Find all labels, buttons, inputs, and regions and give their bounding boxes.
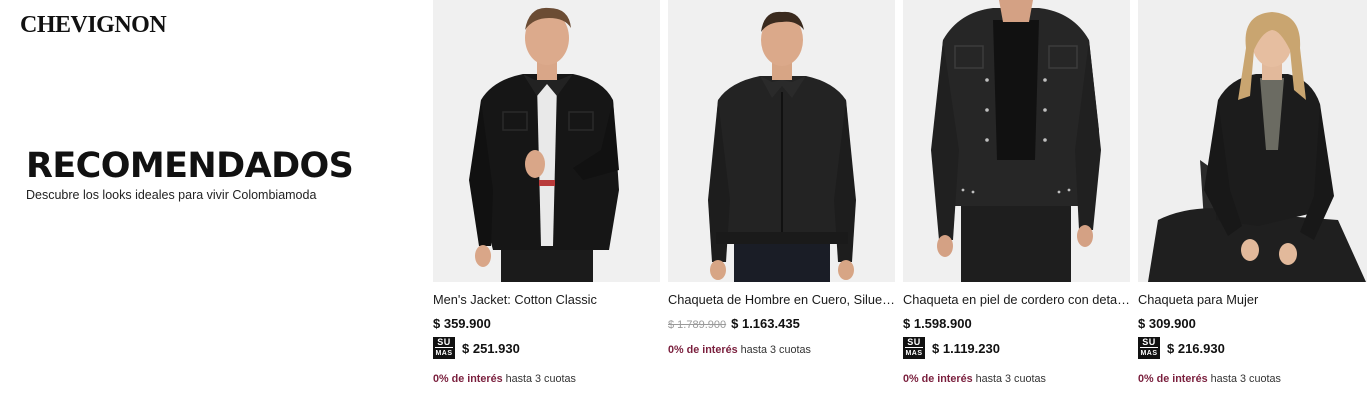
product-image[interactable]	[668, 0, 895, 282]
interest-rate: 0% de interés	[903, 373, 973, 385]
brand-logo[interactable]: CHEVIGNON	[20, 12, 167, 39]
product-price: $ 309.900	[1138, 316, 1196, 331]
product-price: $ 359.900	[433, 316, 491, 331]
sumas-icon-bottom: MAS	[435, 347, 453, 359]
suma-price: $ 216.930	[1167, 340, 1225, 356]
suma-price: $ 1.119.230	[932, 340, 1000, 356]
suma-price-row: SU MAS $ 216.930	[1138, 337, 1225, 359]
product-card[interactable]: Chaqueta en piel de cordero con detalles…	[903, 0, 1130, 400]
product-name[interactable]: Chaqueta en piel de cordero con detalles	[903, 292, 1130, 307]
interest-rate: 0% de interés	[1138, 373, 1208, 385]
sumas-icon-top: SU	[437, 337, 451, 347]
product-price: $ 1.598.900	[903, 316, 972, 331]
product-image[interactable]	[1138, 0, 1367, 282]
product-name[interactable]: Chaqueta de Hombre en Cuero, Silueta Reg…	[668, 292, 895, 307]
sumas-icon-top: SU	[907, 337, 921, 347]
installments-info: 0% de interés hasta 3 cuotas	[1138, 373, 1281, 385]
installments-info: 0% de interés hasta 3 cuotas	[903, 373, 1046, 385]
installments-text: hasta 3 cuotas	[1207, 373, 1281, 385]
interest-rate: 0% de interés	[433, 373, 503, 385]
product-price-row: $ 1.789.900 $ 1.163.435	[668, 316, 800, 331]
sumas-icon: SU MAS	[433, 337, 455, 359]
installments-info: 0% de interés hasta 3 cuotas	[668, 344, 811, 356]
sumas-icon-bottom: MAS	[1140, 347, 1158, 359]
product-name[interactable]: Chaqueta para Mujer	[1138, 292, 1365, 307]
suma-price-row: SU MAS $ 1.119.230	[903, 337, 1000, 359]
interest-rate: 0% de interés	[668, 344, 738, 356]
woman-black-jacket-photo	[1138, 0, 1367, 282]
installments-info: 0% de interés hasta 3 cuotas	[433, 373, 576, 385]
suma-price-row: SU MAS $ 251.930	[433, 337, 520, 359]
product-image[interactable]	[433, 0, 660, 282]
product-price: $ 1.163.435	[731, 316, 800, 331]
man-denim-jacket-photo	[433, 0, 660, 282]
product-image[interactable]	[903, 0, 1130, 282]
man-leather-jacket-photo	[668, 0, 895, 282]
installments-text: hasta 3 cuotas	[972, 373, 1046, 385]
product-name[interactable]: Men's Jacket: Cotton Classic	[433, 292, 660, 307]
section-title: RECOMENDADOS	[26, 146, 354, 186]
product-card[interactable]: Chaqueta de Hombre en Cuero, Silueta Reg…	[668, 0, 895, 400]
product-old-price: $ 1.789.900	[668, 319, 727, 331]
product-card[interactable]: Chaqueta para Mujer $ 309.900 SU MAS $ 2…	[1138, 0, 1367, 400]
section-subtitle: Descubre los looks ideales para vivir Co…	[26, 188, 317, 202]
sumas-icon-bottom: MAS	[905, 347, 923, 359]
suma-price: $ 251.930	[462, 340, 520, 356]
sumas-icon: SU MAS	[1138, 337, 1160, 359]
sumas-icon-top: SU	[1142, 337, 1156, 347]
sumas-icon: SU MAS	[903, 337, 925, 359]
installments-text: hasta 3 cuotas	[737, 344, 811, 356]
product-card[interactable]: Men's Jacket: Cotton Classic $ 359.900 S…	[433, 0, 660, 400]
installments-text: hasta 3 cuotas	[502, 373, 576, 385]
woman-studded-leather-jacket-photo	[903, 0, 1130, 282]
